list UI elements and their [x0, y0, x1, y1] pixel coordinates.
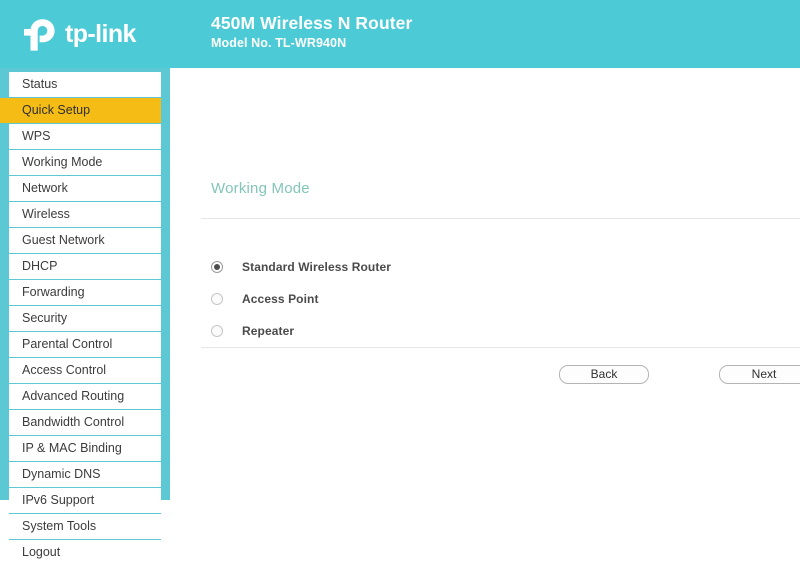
page-header: tp-link 450M Wireless N Router Model No.… [0, 0, 800, 68]
sidebar-nav: Status Quick Setup WPS Working Mode Network W… [0, 68, 170, 565]
option-row-standard-wireless-router[interactable]: Standard Wireless Router [211, 254, 391, 279]
working-mode-radio-group: Standard Wireless Router Access Point Repe… [211, 254, 391, 350]
sidebar-item-dynamic-dns[interactable]: Dynamic DNS [9, 462, 161, 487]
divider-top [201, 218, 800, 219]
form-actions: Back Next [559, 365, 800, 384]
page-title: Working Mode [211, 180, 310, 197]
sidebar-item-working-mode[interactable]: Working Mode [9, 150, 161, 175]
brand-logo[interactable]: tp-link [22, 18, 136, 52]
next-button[interactable]: Next [719, 365, 800, 384]
radio-access-point[interactable] [211, 292, 223, 305]
sidebar-item-advanced-routing[interactable]: Advanced Routing [9, 384, 161, 409]
sidebar-item-system-tools[interactable]: System Tools [9, 514, 161, 539]
radio-repeater[interactable] [211, 324, 223, 337]
option-row-access-point[interactable]: Access Point [211, 286, 391, 311]
brand-logo-text: tp-link [65, 19, 136, 48]
sidebar-item-network[interactable]: Network [9, 176, 161, 201]
product-model: Model No. TL-WR940N [211, 36, 347, 50]
sidebar-item-wireless[interactable]: Wireless [9, 202, 161, 227]
option-label-access-point: Access Point [242, 291, 319, 306]
sidebar-item-bandwidth-control[interactable]: Bandwidth Control [9, 410, 161, 435]
main-content: Working Mode Standard Wireless Router Acc… [170, 68, 800, 500]
sidebar-item-ipv6-support[interactable]: IPv6 Support [9, 488, 161, 513]
sidebar-menu: Status Quick Setup WPS Working Mode Network W… [0, 72, 161, 565]
sidebar-item-status[interactable]: Status [9, 72, 161, 97]
radio-standard-wireless-router[interactable] [211, 260, 223, 273]
sidebar-item-dhcp[interactable]: DHCP [9, 254, 161, 279]
divider-bottom [201, 347, 800, 348]
sidebar-item-logout[interactable]: Logout [9, 540, 161, 565]
sidebar-item-parental-control[interactable]: Parental Control [9, 332, 161, 357]
sidebar-item-guest-network[interactable]: Guest Network [9, 228, 161, 253]
sidebar-item-wps[interactable]: WPS [9, 124, 161, 149]
tplink-logo-icon [22, 18, 58, 52]
sidebar-item-security[interactable]: Security [9, 306, 161, 331]
sidebar-item-quick-setup[interactable]: Quick Setup [0, 98, 161, 123]
product-title: 450M Wireless N Router [211, 13, 413, 33]
option-label-standard-wireless-router: Standard Wireless Router [242, 259, 391, 274]
option-row-repeater[interactable]: Repeater [211, 318, 391, 343]
product-title-block: 450M Wireless N Router Model No. TL-WR94… [211, 12, 412, 53]
router-admin-page: tp-link 450M Wireless N Router Model No.… [0, 0, 800, 565]
sidebar-item-access-control[interactable]: Access Control [9, 358, 161, 383]
sidebar-item-forwarding[interactable]: Forwarding [9, 280, 161, 305]
sidebar-item-ip-and-mac-binding[interactable]: IP & MAC Binding [9, 436, 161, 461]
option-label-repeater: Repeater [242, 323, 295, 338]
back-button[interactable]: Back [559, 365, 649, 384]
